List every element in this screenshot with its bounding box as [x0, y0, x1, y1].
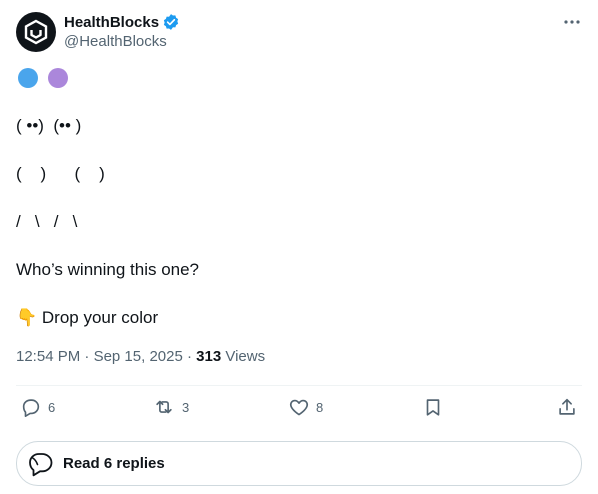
- heart-icon: [289, 399, 309, 416]
- author-names: HealthBlocks @HealthBlocks: [64, 12, 180, 50]
- more-options-icon[interactable]: [562, 12, 582, 32]
- views-label: Views: [225, 348, 266, 365]
- post-line-faces: ( ••) (•• ): [16, 116, 82, 135]
- post-time[interactable]: 12:54 PM: [16, 348, 80, 365]
- color-dots: [18, 68, 68, 88]
- reply-count: 6: [48, 399, 56, 415]
- handle[interactable]: @HealthBlocks: [64, 33, 180, 50]
- pointing-down-emoji-icon: 👇: [16, 308, 38, 327]
- post-line-bodies: ( ) ( ): [16, 164, 105, 183]
- like-count: 8: [316, 399, 324, 415]
- reply-bubble-icon: [29, 452, 53, 476]
- like-button[interactable]: 8: [288, 396, 323, 418]
- repost-icon: [156, 400, 172, 414]
- share-button[interactable]: [556, 396, 578, 418]
- post-line-cta: 👇 Drop your color: [16, 308, 158, 328]
- repost-count: 3: [182, 399, 190, 415]
- reply-button[interactable]: 6: [20, 396, 55, 418]
- post-line-question: Who’s winning this one?: [16, 260, 200, 279]
- action-bar: 6 3 8: [16, 396, 582, 422]
- post-meta: 12:54 PM · Sep 15, 2025 · 313 Views: [16, 348, 265, 365]
- bookmark-icon: [426, 399, 440, 416]
- blue-circle-icon: [18, 68, 38, 88]
- repost-button[interactable]: 3: [152, 396, 189, 418]
- read-replies-label: Read 6 replies: [63, 455, 165, 472]
- meta-separator: ·: [182, 348, 197, 365]
- views-count: 313: [196, 348, 222, 365]
- bookmark-button[interactable]: [422, 396, 444, 418]
- post-header: HealthBlocks @HealthBlocks: [16, 12, 582, 52]
- avatar[interactable]: [16, 12, 56, 52]
- share-icon: [559, 398, 575, 415]
- divider: [16, 385, 582, 386]
- reply-icon: [22, 399, 40, 417]
- verified-badge-icon[interactable]: [162, 13, 180, 31]
- post-line-legs: / \ / \: [16, 212, 78, 231]
- meta-separator: ·: [80, 348, 94, 365]
- read-replies-button[interactable]: Read 6 replies: [16, 441, 582, 486]
- post-date[interactable]: Sep 15, 2025: [94, 348, 183, 365]
- display-name[interactable]: HealthBlocks: [64, 14, 159, 31]
- purple-circle-icon: [48, 68, 68, 88]
- healthblocks-logo-icon: [24, 19, 48, 45]
- cta-text: Drop your color: [41, 308, 159, 327]
